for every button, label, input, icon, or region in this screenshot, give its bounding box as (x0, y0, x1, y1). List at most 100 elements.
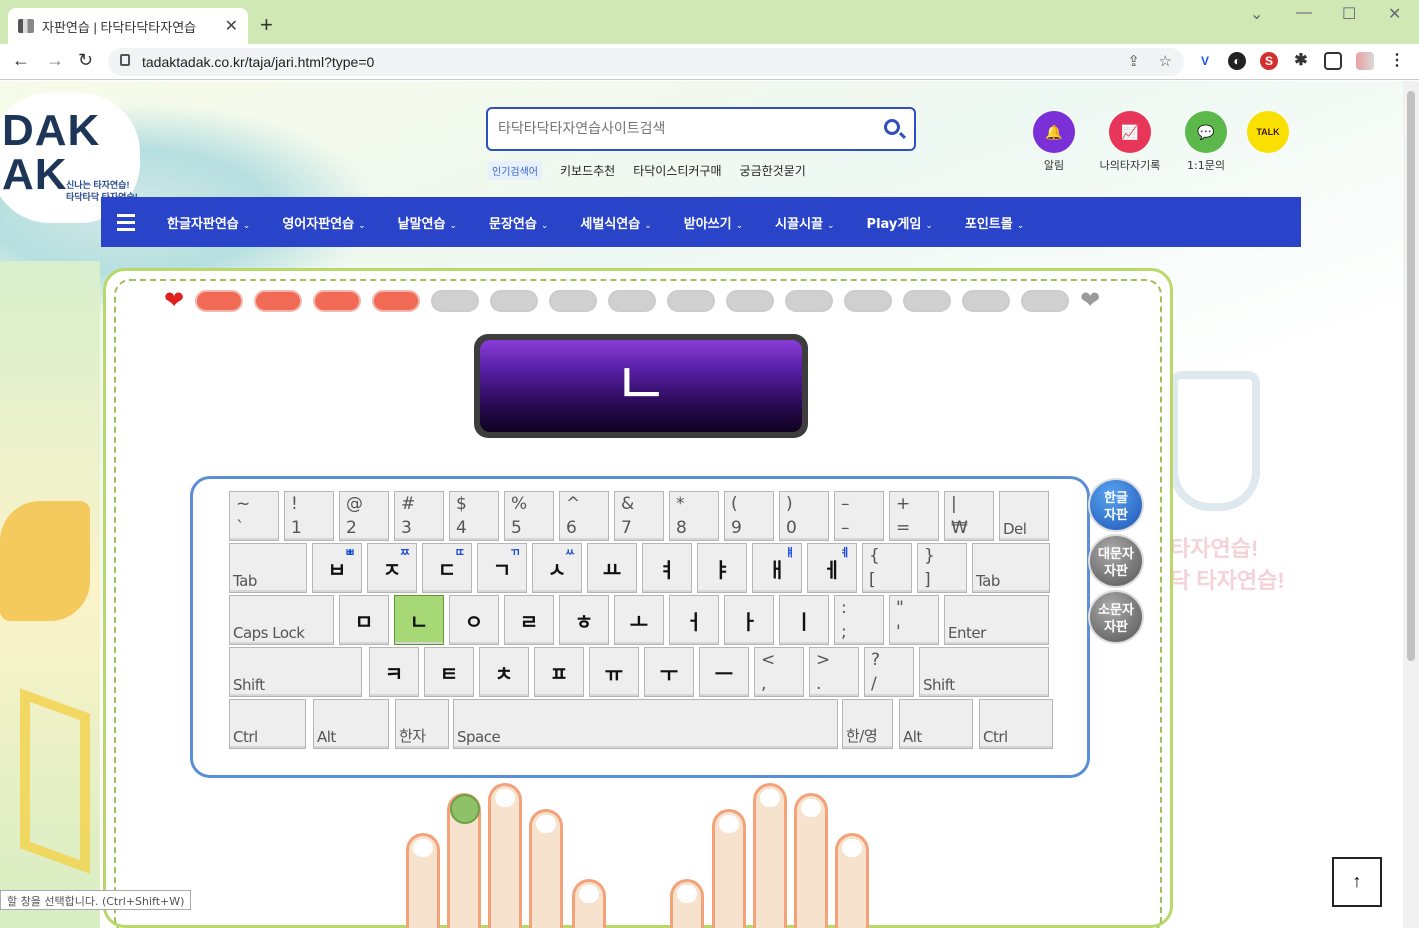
key-punct[interactable]: <, (754, 647, 804, 697)
page-scrollbar[interactable] (1403, 81, 1419, 928)
chat-icon[interactable]: 💬 (1185, 111, 1227, 153)
key-punct[interactable]: ? / (864, 647, 914, 697)
key-hangul[interactable]: ㅣ (779, 595, 829, 645)
quick-link-keyboard[interactable]: 키보드추천 (560, 162, 615, 179)
key-hangul[interactable]: ㅡ (699, 647, 749, 697)
key-caps-lock[interactable]: Caps Lock (229, 595, 334, 645)
key-punct[interactable]: >. (809, 647, 859, 697)
key-hangul[interactable]: ㅋ (369, 647, 419, 697)
key-hangul[interactable]: ㅅㅆ (532, 543, 582, 593)
address-bar[interactable]: tadaktadak.co.kr/taja/jari.html?type=0 ⇪… (108, 48, 1184, 76)
nav-sentence-practice[interactable]: 문장연습 ⌄ (489, 213, 548, 232)
key-ctrl-right[interactable]: Ctrl (979, 699, 1053, 749)
key-hangul[interactable]: ㅈㅉ (367, 543, 417, 593)
url-text[interactable]: tadaktadak.co.kr/taja/jari.html?type=0 (142, 54, 374, 70)
key-hangul[interactable]: ㅇ (449, 595, 499, 645)
key-hangul[interactable]: ㅊ (479, 647, 529, 697)
key-num[interactable]: & 7 (614, 491, 664, 541)
key-hangul[interactable]: ㅂㅃ (312, 543, 362, 593)
quick-link-sticker[interactable]: 타닥이스티커구매 (633, 162, 721, 179)
key-hangul[interactable]: ㅜ (644, 647, 694, 697)
search-icon[interactable] (884, 119, 900, 135)
key-num[interactable]: – – (834, 491, 884, 541)
quick-link-faq[interactable]: 궁금한것묻기 (740, 162, 806, 179)
key-alt[interactable]: Alt (313, 699, 389, 749)
share-icon[interactable]: ⇪ (1127, 52, 1140, 70)
close-window-icon[interactable]: ✕ (1388, 4, 1401, 24)
chart-icon[interactable]: 📈 (1109, 111, 1151, 153)
key-num[interactable]: | ₩ (944, 491, 994, 541)
key-tab[interactable]: Tab (229, 543, 307, 593)
key-hangul[interactable]: ㅐㅒ (752, 543, 802, 593)
key-hangul[interactable]: ㅏ (724, 595, 774, 645)
key-num[interactable]: @2 (339, 491, 389, 541)
key-hangul[interactable]: ㅁ (339, 595, 389, 645)
minimize-icon[interactable]: — (1296, 4, 1312, 22)
hangul-layout-button[interactable]: 한글 자판 (1088, 478, 1144, 532)
key-han-yeong[interactable]: 한/영 (842, 699, 893, 749)
tab-close-icon[interactable]: ✕ (225, 16, 238, 36)
key-num[interactable]: ^ 6 (559, 491, 609, 541)
key-hangul[interactable]: ㅛ (587, 543, 637, 593)
key-hangul[interactable]: ㄷㄸ (422, 543, 472, 593)
nav-community[interactable]: 시끌시끌 ⌄ (775, 213, 834, 232)
back-icon[interactable]: ← (12, 50, 30, 71)
bookmark-star-icon[interactable]: ☆ (1159, 52, 1172, 70)
key-hangul[interactable]: ㅌ (424, 647, 474, 697)
key-hangul[interactable]: ㅕ (642, 543, 692, 593)
key-bracket[interactable]: }] (917, 543, 967, 593)
extension-s-icon[interactable]: S (1260, 52, 1278, 70)
key-ctrl[interactable]: Ctrl (229, 699, 306, 749)
key-shift[interactable]: Shift (229, 647, 362, 697)
key-hangul[interactable]: ㅓ (669, 595, 719, 645)
scroll-to-top-button[interactable]: ↑ (1332, 857, 1382, 907)
new-tab-button[interactable]: + (260, 12, 273, 38)
key-tab-right[interactable]: Tab (972, 543, 1050, 593)
inquiry-label[interactable]: 1:1문의 (1161, 157, 1251, 173)
key-hangul[interactable]: ㅠ (589, 647, 639, 697)
key-num[interactable]: ! 1 (284, 491, 334, 541)
nav-hangul-keyboard[interactable]: 한글자판연습 ⌄ (167, 213, 250, 232)
key-hangul[interactable]: ㅎ (559, 595, 609, 645)
key-shift-right[interactable]: Shift (919, 647, 1049, 697)
key-space[interactable]: Space (453, 699, 838, 749)
key-num[interactable]: (9 (724, 491, 774, 541)
key-alt-right[interactable]: Alt (899, 699, 973, 749)
hamburger-menu-icon[interactable] (101, 213, 151, 231)
nav-play-game[interactable]: Play게임 ⌄ (867, 213, 933, 232)
key-hangul[interactable]: ㄹ (504, 595, 554, 645)
key-num[interactable]: ) 0 (779, 491, 829, 541)
profile-avatar[interactable] (1356, 52, 1374, 70)
bell-icon[interactable]: 🔔 (1033, 111, 1075, 153)
key-target[interactable]: ㄴ (394, 595, 444, 645)
scrollbar-thumb[interactable] (1407, 91, 1415, 661)
key-num[interactable]: * 8 (669, 491, 719, 541)
forward-icon[interactable]: → (46, 50, 64, 71)
key-enter[interactable]: Enter (944, 595, 1049, 645)
key-hangul[interactable]: ㅍ (534, 647, 584, 697)
nav-word-practice[interactable]: 낱말연습 ⌄ (398, 213, 457, 232)
browser-menu-icon[interactable]: ⋮ (1388, 52, 1406, 70)
side-panel-icon[interactable] (1324, 52, 1342, 70)
lowercase-layout-button[interactable]: 소문자 자판 (1088, 590, 1144, 644)
key-hangul[interactable]: ㅔㅖ (807, 543, 857, 593)
key-num[interactable]: #3 (394, 491, 444, 541)
extension-compass-icon[interactable]: ◐ (1228, 52, 1246, 70)
reload-icon[interactable]: ↻ (78, 50, 93, 71)
nav-dictation[interactable]: 받아쓰기 ⌄ (684, 213, 743, 232)
nav-point-mall[interactable]: 포인트몰 ⌄ (965, 213, 1024, 232)
key-hangul[interactable]: ㅗ (614, 595, 664, 645)
browser-tab[interactable]: 자판연습 | 타닥타닥타자연습 ✕ (8, 8, 248, 44)
search-input[interactable] (498, 118, 868, 140)
key-punct[interactable]: :; (834, 595, 884, 645)
key-num[interactable]: ~ ` (229, 491, 279, 541)
kakao-talk-icon[interactable]: TALK (1247, 111, 1289, 153)
key-hangul[interactable]: ㄱㄲ (477, 543, 527, 593)
extension-v-icon[interactable]: V (1196, 52, 1214, 70)
extensions-puzzle-icon[interactable]: ✱ (1292, 52, 1310, 70)
uppercase-layout-button[interactable]: 대문자 자판 (1088, 534, 1144, 588)
key-num[interactable]: $4 (449, 491, 499, 541)
key-del[interactable]: Del (999, 491, 1049, 541)
maximize-icon[interactable]: ☐ (1342, 4, 1356, 24)
nav-english-keyboard[interactable]: 영어자판연습 ⌄ (282, 213, 365, 232)
